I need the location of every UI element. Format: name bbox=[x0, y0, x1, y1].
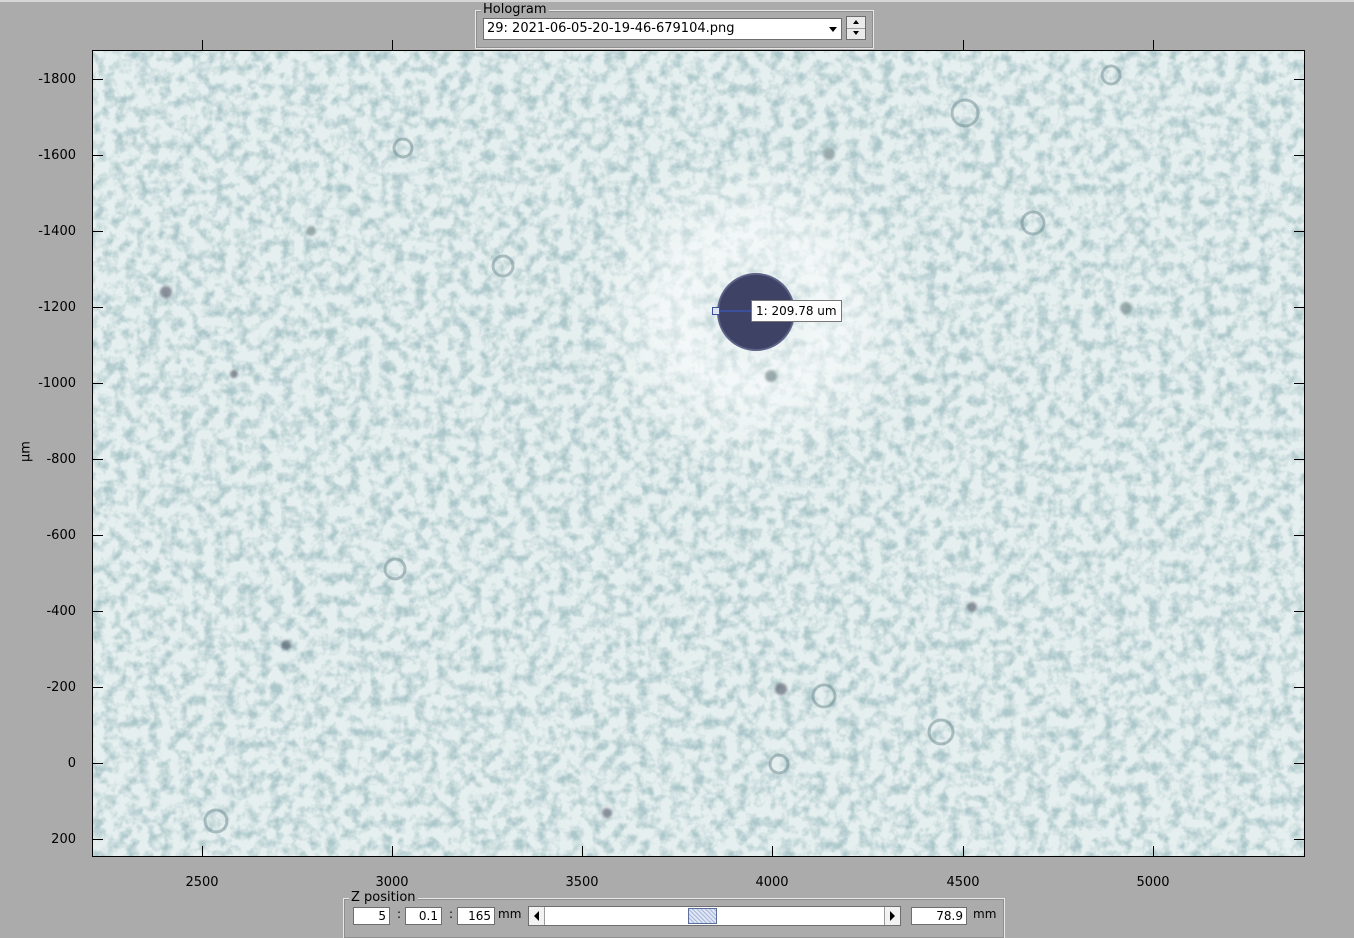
x-tick bbox=[582, 846, 583, 856]
y-tick bbox=[93, 155, 103, 156]
y-tick-right bbox=[1294, 763, 1304, 764]
y-tick bbox=[93, 459, 103, 460]
hologram-plot[interactable] bbox=[92, 50, 1305, 857]
measurement-handle[interactable] bbox=[712, 307, 720, 315]
y-tick-right bbox=[1294, 155, 1304, 156]
hologram-image[interactable] bbox=[93, 51, 1304, 856]
chevron-down-icon[interactable] bbox=[829, 27, 837, 32]
hologram-file-select[interactable]: 29: 2021-06-05-20-19-46-679104.png bbox=[483, 18, 842, 40]
x-tick-top bbox=[963, 40, 964, 50]
x-tick-label: 2500 bbox=[185, 875, 219, 890]
z-start-field[interactable]: 5 bbox=[353, 907, 390, 925]
z-step-field[interactable]: 0.1 bbox=[405, 907, 442, 925]
y-tick-label: -1600 bbox=[38, 148, 76, 163]
y-tick-label: -1800 bbox=[38, 72, 76, 87]
z-value-field[interactable]: 78.9 bbox=[911, 907, 967, 925]
y-tick-right bbox=[1294, 307, 1304, 308]
y-tick bbox=[93, 231, 103, 232]
arrow-left-icon[interactable] bbox=[529, 907, 545, 925]
y-tick bbox=[93, 383, 103, 384]
x-tick-label: 4000 bbox=[755, 875, 789, 890]
y-tick-right bbox=[1294, 839, 1304, 840]
y-tick bbox=[93, 535, 103, 536]
y-tick bbox=[93, 307, 103, 308]
arrow-down-icon[interactable] bbox=[847, 28, 865, 39]
y-tick bbox=[93, 839, 103, 840]
arrow-right-icon[interactable] bbox=[884, 907, 900, 925]
x-tick bbox=[772, 846, 773, 856]
x-tick bbox=[1153, 846, 1154, 856]
hologram-group: Hologram 29: 2021-06-05-20-19-46-679104.… bbox=[475, 2, 874, 49]
x-tick-label: 5000 bbox=[1136, 875, 1170, 890]
y-tick-right bbox=[1294, 611, 1304, 612]
z-end-field[interactable]: 165 bbox=[457, 907, 495, 925]
z-position-slider[interactable] bbox=[528, 906, 901, 926]
measurement-line[interactable] bbox=[716, 310, 752, 312]
y-tick bbox=[93, 763, 103, 764]
y-tick-label: -1200 bbox=[38, 300, 76, 315]
y-tick bbox=[93, 611, 103, 612]
y-tick-label: -200 bbox=[46, 680, 76, 695]
window-top-border bbox=[0, 0, 1354, 2]
x-tick-top bbox=[1153, 40, 1154, 50]
x-tick bbox=[963, 846, 964, 856]
z-separator: : bbox=[397, 907, 402, 921]
y-tick-right bbox=[1294, 535, 1304, 536]
y-tick-right bbox=[1294, 687, 1304, 688]
y-tick bbox=[93, 687, 103, 688]
y-tick-label: -1400 bbox=[38, 224, 76, 239]
z-value-unit: mm bbox=[973, 907, 997, 921]
y-tick-right bbox=[1294, 383, 1304, 384]
y-tick-label: -1000 bbox=[38, 376, 76, 391]
y-tick-label: 0 bbox=[67, 756, 76, 771]
x-tick-label: 4500 bbox=[946, 875, 980, 890]
x-tick-top bbox=[392, 40, 393, 50]
hologram-group-title: Hologram bbox=[481, 2, 549, 17]
x-tick-label: 3500 bbox=[565, 875, 599, 890]
y-tick-label: -400 bbox=[46, 604, 76, 619]
hologram-file-value: 29: 2021-06-05-20-19-46-679104.png bbox=[487, 21, 735, 36]
x-tick bbox=[392, 846, 393, 856]
y-tick-label: 200 bbox=[51, 832, 76, 847]
hologram-spinner[interactable] bbox=[846, 16, 866, 40]
y-tick-right bbox=[1294, 459, 1304, 460]
x-tick-label: 3000 bbox=[375, 875, 409, 890]
z-range-unit: mm bbox=[498, 907, 522, 921]
y-tick-label: -800 bbox=[46, 452, 76, 467]
x-tick-top bbox=[202, 40, 203, 50]
y-axis-label: μm bbox=[18, 441, 34, 462]
y-tick-right bbox=[1294, 79, 1304, 80]
z-position-group-title: Z position bbox=[349, 890, 418, 905]
z-slider-thumb[interactable] bbox=[687, 908, 717, 924]
y-tick-right bbox=[1294, 231, 1304, 232]
y-tick bbox=[93, 79, 103, 80]
y-tick-label: -600 bbox=[46, 528, 76, 543]
z-position-group: Z position 5 : 0.1 : 165 mm 78.9 mm bbox=[343, 890, 1005, 938]
z-separator: : bbox=[449, 907, 454, 921]
x-tick bbox=[202, 846, 203, 856]
measurement-label: 1: 209.78 um bbox=[751, 300, 842, 322]
